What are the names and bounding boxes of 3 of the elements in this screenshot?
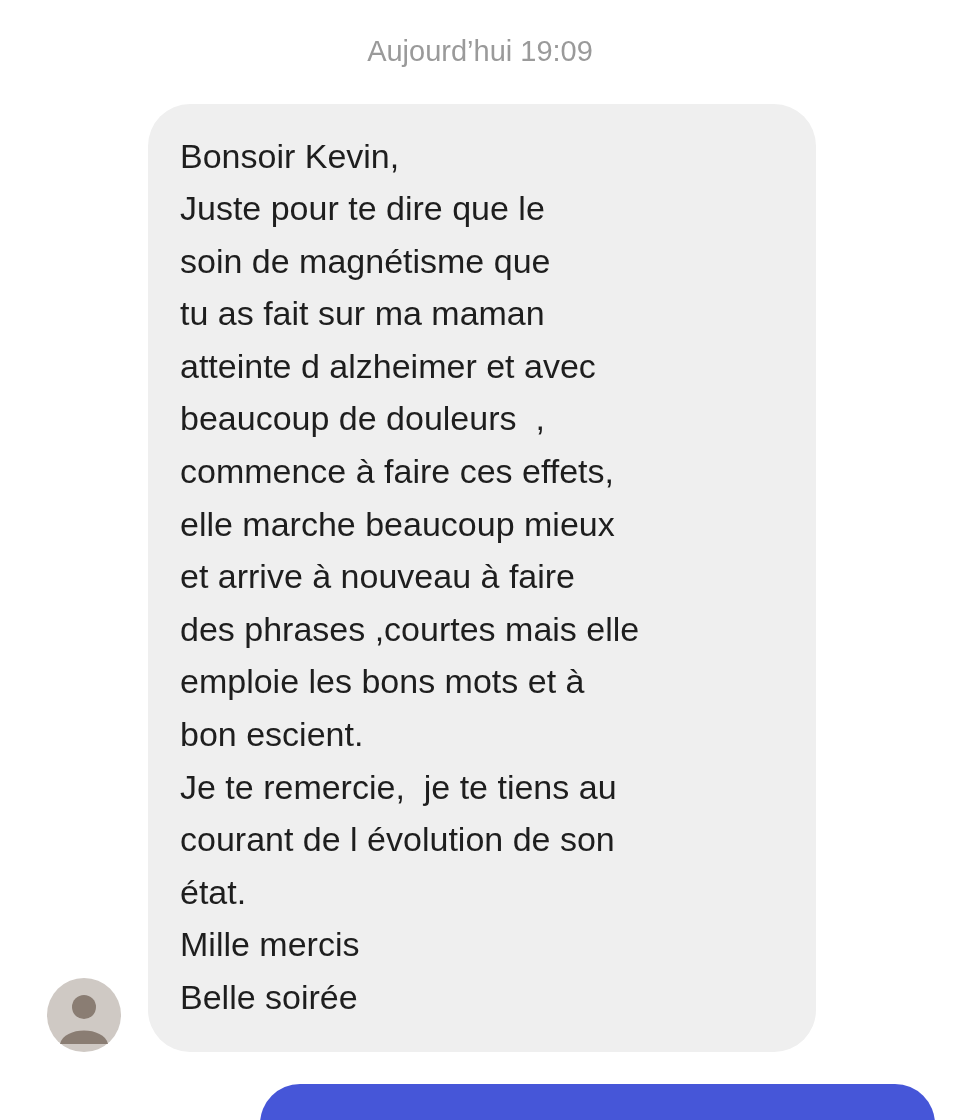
message-text: Bonsoir Kevin, Juste pour te dire que le soin de magnétisme que tu as fait sur ma maman atteinte d alzheimer et avec beaucoup de douleurs , commence à faire ces effets, elle marche beaucoup mieux et arrive à nouveau à faire des phrases ,courtes mais elle emploie les bons mots et à bon escient. Je te remercie, je te tiens au courant de l évolution de son état. Mille mercis Belle soirée — [180, 135, 641, 1018]
timestamp: Aujourd’hui 19:09 — [367, 34, 593, 69]
avatar[interactable] — [47, 977, 121, 1052]
